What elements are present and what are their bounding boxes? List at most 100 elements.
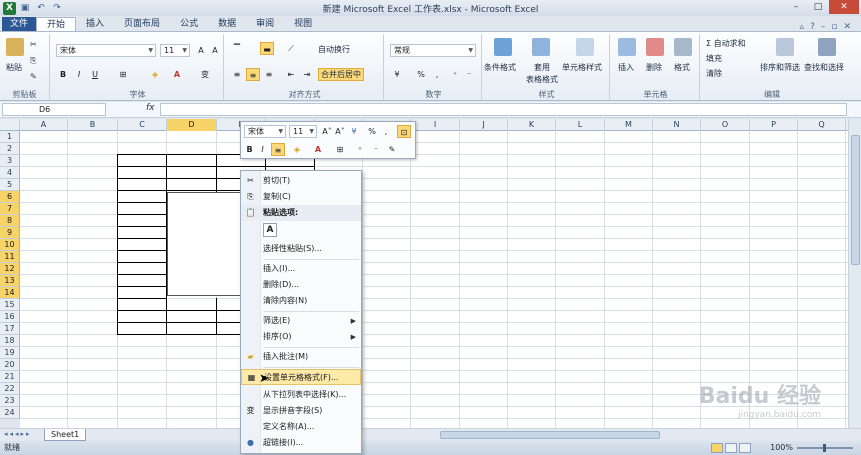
row-header-20[interactable]: 20 [0,359,20,371]
mini-size-combo[interactable]: 11 ▼ [289,125,317,138]
menu-item-pick-from-list[interactable]: 从下拉列表中选择(K)... [241,387,361,403]
column-header-c[interactable]: C [118,119,167,131]
column-header-n[interactable]: N [653,119,701,131]
tab-page-layout[interactable]: 页面布局 [114,17,170,32]
orientation-icon[interactable]: ⟋ [284,42,298,55]
row-header-8[interactable]: 8 [0,215,20,227]
font-color-icon[interactable]: A [170,68,184,81]
mini-merge-center-icon[interactable]: ⊡ [397,125,411,138]
row-header-14[interactable]: 14 [0,287,20,299]
tab-home[interactable]: 开始 [36,17,77,32]
column-header-a[interactable]: A [20,119,68,131]
delete-cells-icon[interactable] [646,38,664,56]
column-header-d[interactable]: D [167,119,217,131]
fill-button[interactable]: 填充 [706,53,722,64]
tab-insert[interactable]: 插入 [76,17,114,32]
menu-item-define-name[interactable]: 定义名称(A)... [241,419,361,435]
table-format-button-line2[interactable]: 表格格式 [526,74,558,85]
menu-item-insert-comment[interactable]: ▰ 插入批注(M) [241,349,361,365]
row-header-10[interactable]: 10 [0,239,20,251]
cell-style-icon[interactable] [576,38,594,56]
column-header-q[interactable]: Q [798,119,846,131]
row-header-23[interactable]: 23 [0,395,20,407]
vertical-scrollbar[interactable] [848,119,861,428]
tab-view[interactable]: 视图 [284,17,322,32]
paste-icon[interactable] [6,38,24,56]
row-header-1[interactable]: 1 [0,131,20,143]
mini-format-painter-icon[interactable]: ✎ [385,143,399,156]
row-header-24[interactable]: 24 [0,407,20,419]
column-header-b[interactable]: B [68,119,118,131]
minimize-button[interactable]: – [785,0,807,14]
mini-grow-font-button[interactable]: A˄ [321,125,333,138]
page-break-view-button[interactable] [739,443,751,453]
tab-file[interactable]: 文件 [2,17,37,32]
row-header-19[interactable]: 19 [0,347,20,359]
mini-shrink-font-button[interactable]: A˅ [334,125,346,138]
row-header-21[interactable]: 21 [0,371,20,383]
maximize-button[interactable]: □ [807,0,829,14]
percent-button[interactable]: % [414,68,428,81]
mini-font-combo[interactable]: 宋体 ▼ [244,125,286,138]
tab-formulas[interactable]: 公式 [170,17,208,32]
indent-increase-icon[interactable]: ⇥ [300,68,314,81]
name-box[interactable]: D6 [2,103,106,116]
row-header-6[interactable]: 6 [0,191,20,203]
select-all-corner[interactable] [0,119,20,131]
align-left-icon[interactable]: ≡ [230,68,244,81]
decrease-decimal-icon[interactable]: ⁻ [462,68,476,81]
align-top-icon[interactable]: ▔ [230,42,244,55]
border-icon[interactable]: ⊞ [116,68,130,81]
mini-align-center-icon[interactable]: ≡ [271,143,285,156]
row-header-22[interactable]: 22 [0,383,20,395]
horizontal-scroll-thumb[interactable] [440,431,660,439]
zoom-slider[interactable] [797,444,853,452]
format-cells-icon[interactable] [674,38,692,56]
column-header-l[interactable]: L [556,119,605,131]
tab-review[interactable]: 审阅 [246,17,284,32]
sheet-tab-sheet1[interactable]: Sheet1 [44,429,87,441]
table-format-icon[interactable] [532,38,550,56]
column-header-p[interactable]: P [750,119,798,131]
find-select-button[interactable]: 查找和选择 [804,62,844,73]
increase-decimal-icon[interactable]: ⁺ [448,68,462,81]
clear-button[interactable]: 清除 [706,68,722,79]
tab-data[interactable]: 数据 [208,17,246,32]
menu-item-delete[interactable]: 删除(D)... [241,277,361,293]
format-button[interactable]: 格式 [674,62,690,73]
row-header-13[interactable]: 13 [0,275,20,287]
align-center-icon[interactable]: ≡ [246,68,260,81]
menu-item-filter[interactable]: 筛选(E) ▶ [241,313,361,329]
delete-cells-button[interactable]: 删除 [646,62,662,73]
mini-comma-button[interactable]: , [381,125,391,138]
row-header-17[interactable]: 17 [0,323,20,335]
conditional-format-icon[interactable] [494,38,512,56]
menu-item-clear-contents[interactable]: 清除内容(N) [241,293,361,309]
find-select-icon[interactable] [818,38,836,56]
row-header-5[interactable]: 5 [0,179,20,191]
menu-item-sort[interactable]: 排序(O) ▶ [241,329,361,345]
table-format-button[interactable]: 套用 [534,62,550,73]
grow-font-button[interactable]: A [194,44,208,57]
column-header-i[interactable]: I [411,119,460,131]
align-middle-icon[interactable]: ▬ [260,42,274,55]
comma-button[interactable]: , [430,68,444,81]
underline-button[interactable]: U [88,68,102,81]
mini-decrease-decimal-icon[interactable]: ⁻ [369,143,383,156]
row-header-9[interactable]: 9 [0,227,20,239]
insert-cells-button[interactable]: 插入 [618,62,634,73]
paste-values-option[interactable]: A [263,223,277,237]
indent-decrease-icon[interactable]: ⇤ [284,68,298,81]
sort-filter-button[interactable]: 排序和筛选 [760,62,800,73]
number-format-combo[interactable]: 常规 ▼ [390,44,476,57]
mini-border-icon[interactable]: ⊞ [333,143,347,156]
page-layout-view-button[interactable] [725,443,737,453]
bold-button[interactable]: B [56,68,70,81]
mini-fill-color-icon[interactable]: ◈ [289,143,305,156]
vertical-scroll-thumb[interactable] [851,135,860,265]
row-header-18[interactable]: 18 [0,335,20,347]
row-header-11[interactable]: 11 [0,251,20,263]
menu-item-insert[interactable]: 插入(I)... [241,261,361,277]
menu-item-paste-special[interactable]: 选择性粘贴(S)... [241,241,361,257]
close-button[interactable]: ✕ [829,0,859,14]
